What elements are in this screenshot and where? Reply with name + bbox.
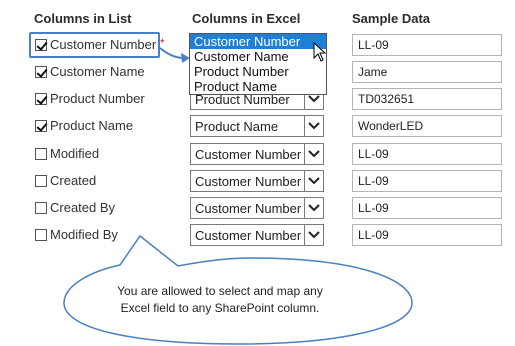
dropdown-option[interactable]: Customer Name (190, 49, 326, 64)
mouse-cursor-icon (313, 42, 327, 62)
dropdown-option[interactable]: Product Number (190, 64, 326, 79)
dropdown-option[interactable]: Customer Number (190, 34, 326, 49)
excel-column-dropdown-list[interactable]: Customer Number Customer Name Product Numb… (189, 33, 327, 95)
dropdown-option[interactable]: Product Name (190, 79, 326, 94)
